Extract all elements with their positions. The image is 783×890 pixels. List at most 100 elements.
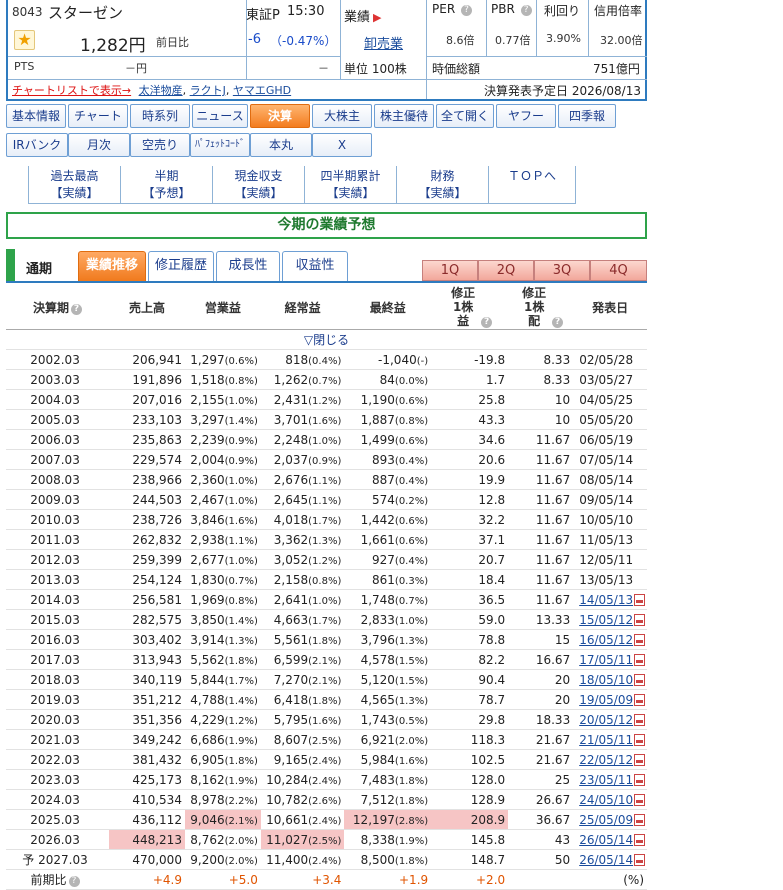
pdf-icon[interactable] <box>634 713 646 726</box>
tab-revision-history[interactable]: 修正履歴 <box>148 251 214 281</box>
announce-date-text[interactable]: 18/05/10 <box>579 673 633 687</box>
chartlist-link[interactable]: チャートリストで表示→ <box>12 84 131 97</box>
col-dividend: 修正1株配? <box>508 285 574 330</box>
cell-announce-date[interactable]: 14/05/13 <box>573 589 647 610</box>
subnav-half-year[interactable]: 半期 【予想】 <box>120 166 212 204</box>
nav-monthly[interactable]: 月次 <box>68 133 130 157</box>
related-link-1[interactable]: 太洋物産 <box>139 84 183 97</box>
pdf-icon[interactable] <box>634 833 646 846</box>
help-icon[interactable]: ? <box>460 5 472 16</box>
pdf-icon[interactable] <box>634 733 646 746</box>
cell-announce-date[interactable]: 26/05/14 <box>573 829 647 850</box>
nav-x[interactable]: X <box>312 133 372 157</box>
subnav-record-high[interactable]: 過去最高 【実績】 <box>28 166 120 204</box>
nav-earnings[interactable]: 決算 <box>250 104 310 128</box>
pdf-icon[interactable] <box>634 593 646 606</box>
announce-date-text[interactable]: 23/05/11 <box>579 773 633 787</box>
nav-perfect-code[interactable]: ﾊﾟﾌｪｯﾄｺｰﾄﾞ <box>190 133 250 157</box>
cell-n: 12,197(2.8%) <box>344 809 432 830</box>
announce-date-text[interactable]: 14/05/13 <box>579 593 633 607</box>
announce-date-text[interactable]: 22/05/12 <box>579 753 633 767</box>
nav-open-all[interactable]: 全て開く <box>436 104 494 128</box>
favorite-star-icon[interactable]: ★ <box>14 30 35 50</box>
nav-honmaru[interactable]: 本丸 <box>250 133 312 157</box>
announce-date-text[interactable]: 25/05/09 <box>579 813 633 827</box>
cell-announce-date[interactable]: 16/05/12 <box>573 629 647 650</box>
cell-r: 2,641(1.0%) <box>260 589 345 610</box>
cell-value: 2,239 <box>190 432 225 447</box>
pdf-icon[interactable] <box>634 693 646 706</box>
sector-icon: ▶ <box>373 11 382 24</box>
cell-announce-date[interactable]: 19/05/09 <box>573 689 647 710</box>
cell-margin-pct: (1.0%) <box>224 395 258 407</box>
cell-e: 59.0 <box>431 609 509 630</box>
tab-performance-trend[interactable]: 業績推移 <box>78 251 146 281</box>
nav-shareholder-perks[interactable]: 株主優待 <box>374 104 434 128</box>
sector-link[interactable]: 卸売業 <box>364 33 403 52</box>
announce-date-text[interactable]: 15/05/12 <box>579 613 633 627</box>
announce-date-text[interactable]: 24/05/10 <box>579 793 633 807</box>
related-link-3[interactable]: ヤマエGHD <box>233 84 291 97</box>
pdf-icon[interactable] <box>634 773 646 786</box>
pdf-icon[interactable] <box>634 853 646 866</box>
cell-value: 3,297 <box>190 412 225 427</box>
quarter-3q-button[interactable]: 3Q <box>534 260 590 281</box>
help-icon[interactable]: ? <box>520 5 532 16</box>
tab-growth[interactable]: 成長性 <box>216 251 280 281</box>
quarter-4q-button[interactable]: 4Q <box>590 260 647 281</box>
nav-ir-bank[interactable]: IRバンク <box>6 133 68 157</box>
subnav-top[interactable]: ＴＯＰへ <box>488 166 576 204</box>
cell-announce-date[interactable]: 21/05/11 <box>573 729 647 750</box>
pdf-icon[interactable] <box>634 793 646 806</box>
subnav-quarterly-line2: 【実績】 <box>326 186 375 200</box>
collapse-toggle[interactable]: ▽閉じる <box>6 329 647 350</box>
pdf-icon[interactable] <box>634 673 646 686</box>
related-link-2[interactable]: ラクトJ <box>190 84 226 97</box>
announce-date-text[interactable]: 21/05/11 <box>579 733 633 747</box>
help-icon[interactable]: ? <box>481 317 493 328</box>
pdf-icon[interactable] <box>634 633 646 646</box>
cell-announce-date[interactable]: 26/05/14 <box>573 849 647 870</box>
cell-e: 29.8 <box>431 709 509 730</box>
help-icon[interactable]: ? <box>552 317 564 328</box>
tab-profitability[interactable]: 収益性 <box>282 251 348 281</box>
announce-date-text[interactable]: 26/05/14 <box>579 853 633 867</box>
cell-announce-date[interactable]: 23/05/11 <box>573 769 647 790</box>
nav-timeseries[interactable]: 時系列 <box>130 104 190 128</box>
nav-short-sell[interactable]: 空売り <box>130 133 190 157</box>
help-icon[interactable]: ? <box>71 303 83 315</box>
subnav-financials[interactable]: 財務 【実績】 <box>396 166 488 204</box>
announce-date-text[interactable]: 17/05/11 <box>579 653 633 667</box>
nav-news[interactable]: ニュース <box>192 104 248 128</box>
cell-announce-date[interactable]: 15/05/12 <box>573 609 647 630</box>
nav-yahoo[interactable]: ヤフー <box>496 104 556 128</box>
announce-date-text[interactable]: 20/05/12 <box>579 713 633 727</box>
pdf-icon[interactable] <box>634 613 646 626</box>
subnav-quarterly[interactable]: 四半期累計 【実績】 <box>304 166 396 204</box>
cell-value: 238,966 <box>132 472 182 487</box>
subnav-cashflow[interactable]: 現金収支 【実績】 <box>212 166 304 204</box>
announce-date-text[interactable]: 19/05/09 <box>579 693 633 707</box>
cell-announce-date[interactable]: 18/05/10 <box>573 669 647 690</box>
nav-shikiho[interactable]: 四季報 <box>558 104 616 128</box>
cell-announce-date[interactable]: 25/05/09 <box>573 809 647 830</box>
cell-r: 5,561(1.8%) <box>260 629 345 650</box>
pdf-icon[interactable] <box>634 753 646 766</box>
cell-value: 3,701 <box>273 412 309 427</box>
announce-date-text[interactable]: 26/05/14 <box>579 833 633 847</box>
cell-announce-date[interactable]: 20/05/12 <box>573 709 647 730</box>
quarter-1q-button[interactable]: 1Q <box>422 260 478 281</box>
nav-chart[interactable]: チャート <box>68 104 128 128</box>
pdf-icon[interactable] <box>634 653 646 666</box>
nav-major-holders[interactable]: 大株主 <box>312 104 372 128</box>
announce-date-text[interactable]: 16/05/12 <box>579 633 633 647</box>
nav-basic-info[interactable]: 基本情報 <box>6 104 66 128</box>
cell-announce-date[interactable]: 24/05/10 <box>573 789 647 810</box>
cell-announce-date: 10/05/10 <box>573 509 647 530</box>
cell-announce-date[interactable]: 22/05/12 <box>573 749 647 770</box>
cell-announce-date[interactable]: 17/05/11 <box>573 649 647 670</box>
pdf-icon[interactable] <box>634 813 646 826</box>
quarter-2q-button[interactable]: 2Q <box>478 260 534 281</box>
cell-margin-pct: (1.8%) <box>394 775 429 787</box>
cell-s: 206,941 <box>109 349 185 370</box>
